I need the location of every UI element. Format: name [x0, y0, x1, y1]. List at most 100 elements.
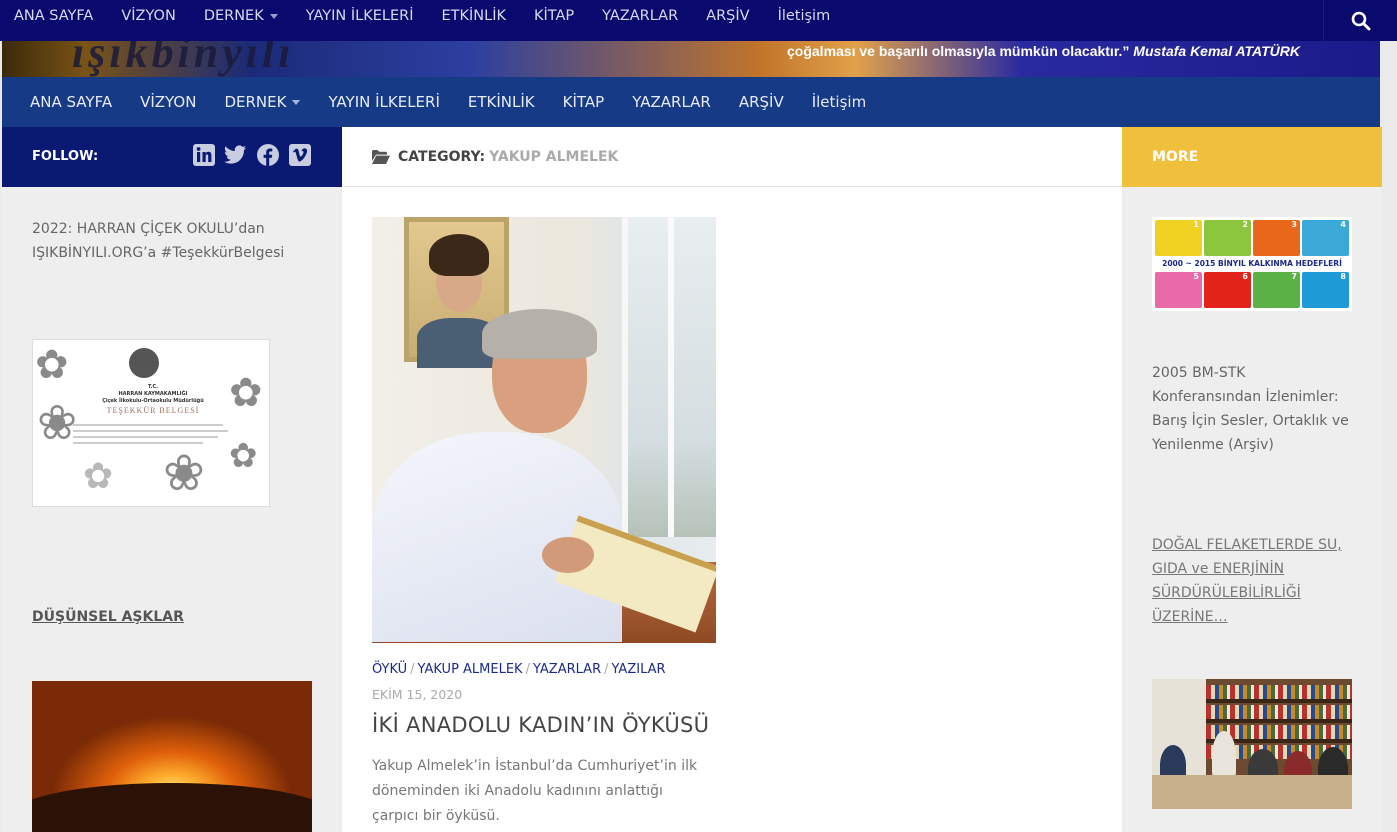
- top-nav-events[interactable]: ETKİNLİK: [427, 0, 520, 41]
- mdg-tile-number: 2: [1242, 220, 1248, 229]
- search-button[interactable]: [1323, 0, 1397, 41]
- main-nav-contact[interactable]: İletişim: [798, 93, 880, 111]
- main-content: CATEGORY: YAKUP ALMELEK ÖYKÜ / YAKUP ALMEL…: [342, 127, 1122, 832]
- mdg-tile-number: 7: [1291, 272, 1297, 281]
- top-nav-vision[interactable]: VİZYON: [107, 0, 189, 41]
- top-nav-books[interactable]: KİTAP: [520, 0, 588, 41]
- banner-quote: çoğalması ve başarılı olmasıyla mümkün o…: [787, 43, 1300, 59]
- vimeo-link[interactable]: [288, 143, 311, 166]
- main-nav-books[interactable]: KİTAP: [549, 93, 619, 111]
- post-categories: ÖYKÜ / YAKUP ALMELEK / YAZARLAR / YAZILAR: [372, 662, 666, 677]
- main-nav-archive[interactable]: ARŞİV: [725, 93, 798, 111]
- flower-ornament: ✿: [35, 342, 69, 388]
- mdg-tile: 8: [1302, 272, 1349, 308]
- category-separator: /: [410, 662, 415, 677]
- main-nav-association[interactable]: DERNEK: [210, 93, 314, 111]
- top-nav-archive[interactable]: ARŞİV: [692, 0, 763, 41]
- certificate-text-line: [73, 442, 203, 444]
- main-nav-authors[interactable]: YAZARLAR: [618, 93, 725, 111]
- main-navigation: ANA SAYFA VİZYON DERNEK YAYIN İLKELERİ E…: [2, 77, 1380, 127]
- header-banner[interactable]: ışıkbinyılı çoğalması ve başarılı olması…: [2, 41, 1380, 77]
- bm-stk-conference-text: 2005 BM-STK Konferansından İzlenimler: B…: [1152, 365, 1349, 453]
- more-header: MORE: [1122, 127, 1382, 187]
- top-nav-items: ANA SAYFA VİZYON DERNEK YAYIN İLKELERİ E…: [0, 0, 844, 41]
- flower-ornament: ❀: [163, 444, 205, 502]
- certificate-text-line: [73, 424, 223, 426]
- photo-window: [622, 217, 716, 537]
- photo-hand: [542, 537, 594, 573]
- flower-ornament: ✿: [83, 456, 114, 497]
- top-nav-home[interactable]: ANA SAYFA: [0, 0, 107, 41]
- folder-open-icon: [372, 149, 390, 164]
- top-nav-association[interactable]: DERNEK: [190, 0, 292, 41]
- certificate-widget-text: 2022: HARRAN ÇİÇEK OKULU’dan IŞIKBİNYILI…: [32, 221, 285, 261]
- facebook-icon: [256, 143, 279, 166]
- certificate-text-line: [73, 436, 218, 438]
- vimeo-icon: [288, 143, 311, 166]
- top-nav-association-label: DERNEK: [203, 8, 264, 24]
- post-thumbnail[interactable]: [372, 217, 716, 643]
- follow-bar: FOLLOW:: [2, 127, 342, 187]
- twitter-link[interactable]: [224, 143, 247, 166]
- category-separator: /: [525, 662, 530, 677]
- flower-ornament: ❀: [37, 395, 78, 451]
- mdg-tile-number: 6: [1242, 272, 1248, 281]
- mdg-tile: 2: [1204, 220, 1251, 256]
- mdg-tile: 7: [1253, 272, 1300, 308]
- mdg-tile: 3: [1253, 220, 1300, 256]
- main-nav-home[interactable]: ANA SAYFA: [2, 93, 126, 111]
- main-nav-vision[interactable]: VİZYON: [126, 93, 210, 111]
- twitter-icon: [224, 144, 247, 164]
- photo-man-hair: [482, 309, 597, 359]
- mdg-goals-image[interactable]: 1 2 3 4 2000 ~ 2015 BİNYIL KALKINMA HEDE…: [1152, 217, 1352, 311]
- sunset-image[interactable]: [32, 681, 312, 832]
- photo-window-bar: [668, 217, 674, 537]
- left-sidebar: 2022: HARRAN ÇİÇEK OKULU’dan IŞIKBİNYILI…: [2, 187, 342, 832]
- mdg-tile-number: 5: [1193, 272, 1199, 281]
- top-nav-publishing-principles[interactable]: YAYIN İLKELERİ: [292, 0, 428, 41]
- post-category-yazilar[interactable]: YAZILAR: [612, 662, 666, 677]
- mdg-banner-text: 2000 ~ 2015 BİNYIL KALKINMA HEDEFLERİ: [1155, 257, 1349, 270]
- library-books-row: [1206, 685, 1352, 699]
- library-shelf: [1206, 699, 1352, 703]
- natural-disasters-link[interactable]: DOĞAL FELAKETLERDE SU, GIDA ve ENERJİNİN…: [1152, 533, 1357, 629]
- post-category-oyku[interactable]: ÖYKÜ: [372, 662, 407, 677]
- post-title[interactable]: İKİ ANADOLU KADIN’IN ÖYKÜSÜ: [372, 713, 709, 737]
- post-category-yakup-almelek[interactable]: YAKUP ALMELEK: [418, 662, 523, 677]
- linkedin-link[interactable]: [192, 143, 215, 166]
- right-sidebar: 1 2 3 4 2000 ~ 2015 BİNYIL KALKINMA HEDE…: [1122, 187, 1382, 832]
- certificate-org-line: T.C.: [147, 384, 159, 390]
- flower-ornament: ✿: [229, 370, 263, 416]
- linkedin-icon: [192, 143, 215, 166]
- banner-quote-author: Mustafa Kemal ATATÜRK: [1133, 43, 1300, 59]
- top-nav-contact[interactable]: İletişim: [764, 0, 845, 41]
- certificate-image[interactable]: ✿ ❀ ✿ ❀ ✿ ✿ T.C. HARRAN KAYMAKAMLIĞI Çiç…: [32, 339, 270, 507]
- library-books-row: [1206, 705, 1352, 719]
- post-date: EKİM 15, 2020: [372, 687, 463, 702]
- library-table: [1152, 775, 1352, 809]
- mdg-tile: 4: [1302, 220, 1349, 256]
- dusunsel-asklar-link[interactable]: DÜŞÜNSEL AŞKLAR: [32, 609, 184, 625]
- library-meeting-image[interactable]: [1152, 679, 1352, 809]
- mdg-tile-number: 8: [1340, 272, 1346, 281]
- category-name: YAKUP ALMELEK: [489, 148, 619, 165]
- main-nav-association-label: DERNEK: [224, 93, 287, 111]
- main-nav-events[interactable]: ETKİNLİK: [454, 93, 549, 111]
- library-shelf: [1206, 719, 1352, 723]
- certificate-seal: [129, 348, 159, 378]
- top-nav-authors[interactable]: YAZARLAR: [588, 0, 692, 41]
- top-navigation: ANA SAYFA VİZYON DERNEK YAYIN İLKELERİ E…: [0, 0, 1397, 41]
- library-person: [1212, 731, 1236, 781]
- certificate-text-line: [73, 430, 228, 432]
- certificate-org-line: HARRAN KAYMAKAMLIĞI: [118, 391, 188, 397]
- main-nav-publishing-principles[interactable]: YAYIN İLKELERİ: [314, 93, 453, 111]
- sunset-hill: [32, 783, 312, 832]
- facebook-link[interactable]: [256, 143, 279, 166]
- mdg-tile-number: 3: [1291, 220, 1297, 229]
- post-excerpt: Yakup Almelek’in İstanbul’da Cumhuriyet’…: [372, 758, 698, 824]
- search-icon: [1351, 11, 1370, 30]
- post-category-yazarlar[interactable]: YAZARLAR: [533, 662, 601, 677]
- mdg-tile: 5: [1155, 272, 1202, 308]
- flower-ornament: ✿: [229, 436, 258, 476]
- chevron-down-icon: [292, 100, 301, 105]
